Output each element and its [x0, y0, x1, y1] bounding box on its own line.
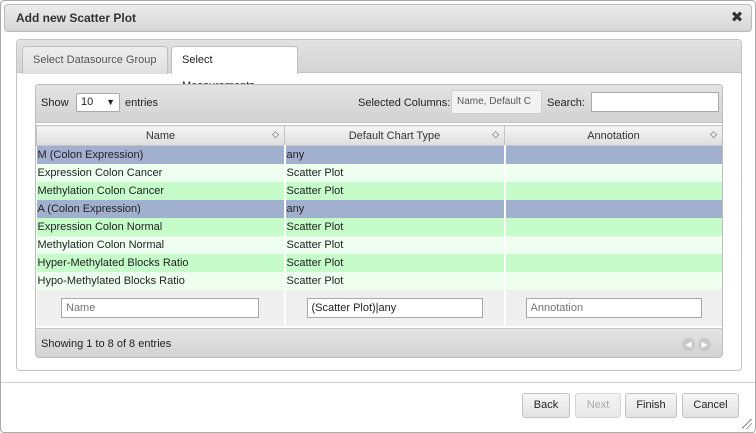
wizard-frame: Select Datasource Group Select Measureme…: [16, 39, 742, 371]
table-footer: Showing 1 to 8 of 8 entries ◀ ▶: [36, 328, 722, 357]
column-header-chart-type[interactable]: Default Chart Type ◇: [284, 125, 505, 146]
cell-name: Expression Colon Cancer: [36, 163, 286, 182]
column-header-name[interactable]: Name ◇: [36, 125, 285, 146]
column-header-label: Default Chart Type: [348, 129, 441, 142]
show-label: Show: [41, 97, 69, 109]
column-header-label: Name: [145, 129, 176, 142]
sort-icon: ◇: [710, 129, 717, 139]
table-toolbar: Show 10 ▼ entries Selected Columns: Name…: [36, 85, 722, 123]
cell-name: Hypo-Methylated Blocks Ratio: [36, 271, 286, 290]
cell-chart-type: Scatter Plot: [284, 217, 506, 236]
chart-type-filter-input[interactable]: [306, 297, 483, 318]
page-size-select[interactable]: 10 ▼: [76, 93, 120, 112]
table-row[interactable]: Expression Colon Cancer Scatter Plot: [36, 163, 722, 182]
column-header-annotation[interactable]: Annotation ◇: [504, 125, 722, 146]
next-button[interactable]: Next: [575, 393, 621, 418]
name-filter-input[interactable]: [61, 297, 259, 318]
cell-name: M (Colon Expression): [36, 145, 286, 164]
search-input[interactable]: [591, 92, 719, 112]
filter-row: [36, 289, 722, 326]
tab-select-datasource-group[interactable]: Select Datasource Group: [22, 46, 168, 74]
entries-label: entries: [125, 97, 159, 109]
cell-annotation: [504, 253, 722, 272]
table-row[interactable]: Expression Colon Normal Scatter Plot: [36, 217, 722, 236]
filter-cell-annotation: [504, 289, 722, 326]
cell-annotation: [504, 271, 722, 290]
cell-chart-type: Scatter Plot: [284, 181, 506, 200]
filter-cell-name: [36, 289, 286, 326]
table-row[interactable]: Hypo-Methylated Blocks Ratio Scatter Plo…: [36, 271, 722, 290]
table-row[interactable]: Methylation Colon Normal Scatter Plot: [36, 235, 722, 254]
dialog-divider: [1, 382, 755, 383]
cell-annotation: [504, 235, 722, 254]
table-row[interactable]: Hyper-Methylated Blocks Ratio Scatter Pl…: [36, 253, 722, 272]
table-row[interactable]: M (Colon Expression) any: [36, 145, 722, 164]
table-header-row: Name ◇ Default Chart Type ◇ Annotation ◇: [36, 125, 722, 146]
cell-name: Hyper-Methylated Blocks Ratio: [36, 253, 286, 272]
cell-chart-type: Scatter Plot: [284, 163, 506, 182]
tab-bar: Select Datasource Group Select Measureme…: [17, 40, 741, 92]
tab-select-measurements[interactable]: Select Measurements: [171, 46, 298, 92]
cell-annotation: [504, 163, 722, 182]
column-header-label: Annotation: [587, 129, 640, 142]
next-page-icon[interactable]: ▶: [698, 338, 711, 351]
cell-chart-type: any: [284, 145, 506, 164]
resize-handle-icon[interactable]: [742, 419, 752, 429]
sort-icon: ◇: [492, 129, 499, 139]
measurements-table: Name ◇ Default Chart Type ◇ Annotation ◇ M …: [36, 125, 722, 326]
table-info: Showing 1 to 8 of 8 entries: [41, 338, 172, 350]
measurements-panel: Show 10 ▼ entries Selected Columns: Name…: [35, 84, 723, 358]
table-row[interactable]: Methylation Colon Cancer Scatter Plot: [36, 181, 722, 200]
scatter-plot-dialog: Add new Scatter Plot ✖ Select Datasource…: [0, 0, 756, 433]
cell-chart-type: Scatter Plot: [284, 235, 506, 254]
cell-chart-type: any: [284, 199, 506, 218]
filter-cell-chart-type: [284, 289, 506, 326]
dialog-titlebar[interactable]: Add new Scatter Plot ✖: [4, 4, 752, 32]
sort-icon: ◇: [272, 129, 279, 139]
selected-columns-label: Selected Columns:: [358, 97, 451, 109]
cell-name: A (Colon Expression): [36, 199, 286, 218]
chevron-down-icon: ▼: [106, 97, 115, 107]
cell-chart-type: Scatter Plot: [284, 271, 506, 290]
cancel-button[interactable]: Cancel: [682, 393, 739, 418]
annotation-filter-input[interactable]: [525, 297, 702, 318]
cell-chart-type: Scatter Plot: [284, 253, 506, 272]
cell-name: Methylation Colon Cancer: [36, 181, 286, 200]
cell-annotation: [504, 217, 722, 236]
dialog-title: Add new Scatter Plot: [16, 11, 137, 25]
close-icon[interactable]: ✖: [729, 10, 745, 26]
previous-page-icon[interactable]: ◀: [682, 338, 695, 351]
cell-annotation: [504, 181, 722, 200]
finish-button[interactable]: Finish: [625, 393, 677, 418]
page-size-value: 10: [81, 96, 94, 108]
cell-name: Methylation Colon Normal: [36, 235, 286, 254]
table-row[interactable]: A (Colon Expression) any: [36, 199, 722, 218]
selected-columns-field[interactable]: Name, Default C: [451, 90, 542, 114]
cell-name: Expression Colon Normal: [36, 217, 286, 236]
search-label: Search:: [547, 97, 585, 109]
cell-annotation: [504, 145, 722, 164]
back-button[interactable]: Back: [522, 393, 570, 418]
cell-annotation: [504, 199, 722, 218]
